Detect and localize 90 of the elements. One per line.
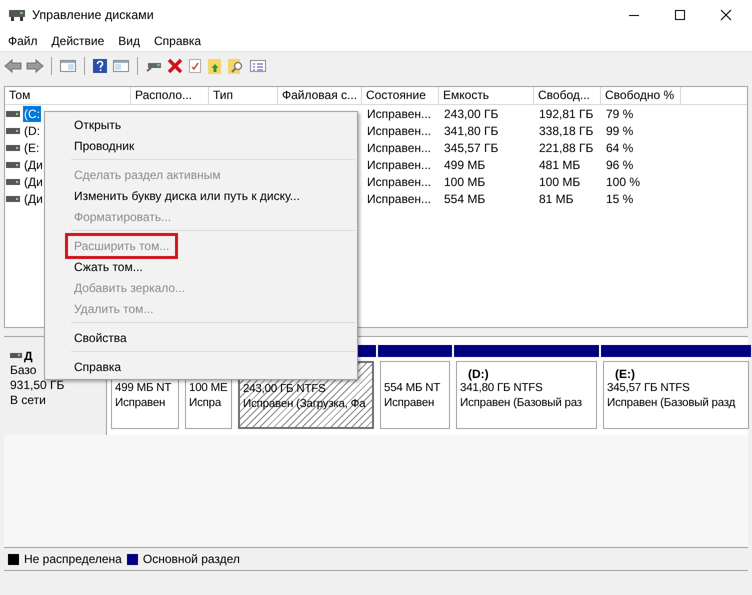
- help-icon[interactable]: [92, 58, 108, 74]
- partition-title: (D:): [467, 367, 490, 381]
- drive-icon: [6, 194, 20, 202]
- delete-icon[interactable]: [167, 58, 183, 74]
- menu-item[interactable]: Справка: [154, 34, 202, 48]
- disk-management-icon: [8, 8, 26, 22]
- forward-arrow-icon[interactable]: [26, 58, 44, 74]
- partition[interactable]: 554 МБ NT Исправен: [380, 361, 450, 429]
- table-cell-text: 499 МБ: [443, 158, 486, 172]
- partition-info: 341,80 ГБ NTFS: [460, 381, 544, 396]
- partition-info: Исправен (Загрузка, Фа: [243, 397, 367, 412]
- drive-icon: [6, 144, 20, 152]
- volume-name[interactable]: (Ди: [23, 190, 44, 206]
- table-cell-text: 345,57 ГБ: [443, 140, 500, 154]
- back-arrow-icon[interactable]: [4, 58, 22, 74]
- menu-item[interactable]: Сжать том...: [74, 258, 143, 274]
- partition-info: Исправен (Базовый разд: [607, 396, 736, 411]
- folder-search-icon[interactable]: [227, 58, 245, 74]
- column-header[interactable]: Свободно %: [601, 87, 681, 104]
- close-icon[interactable]: [720, 9, 732, 21]
- partition-info: 499 МБ NT: [115, 381, 172, 396]
- table-cell-text: 243,00 ГБ: [443, 106, 500, 120]
- panel-icon[interactable]: [112, 58, 130, 74]
- partition-info: Исправен (Базовый раз: [460, 396, 583, 411]
- disk-status: В сети: [10, 393, 46, 408]
- column-header[interactable]: Файловая с...: [278, 87, 362, 104]
- column-header[interactable]: Свобод...: [534, 87, 601, 104]
- disk-size: 931,50 ГБ: [10, 378, 64, 393]
- column-header[interactable]: Том: [5, 87, 131, 104]
- drive-icon: [6, 110, 20, 118]
- table-cell-text: Исправен...: [366, 174, 432, 188]
- table-cell-text: 554 МБ: [443, 192, 486, 206]
- partition-info: 554 МБ NT: [384, 381, 442, 396]
- table-cell-text: Исправен...: [366, 124, 432, 138]
- drive-icon: [6, 126, 20, 134]
- legend-label: Не распределена: [24, 552, 122, 566]
- partition-info: Исправен: [384, 396, 436, 411]
- volume-name[interactable]: (Ди: [23, 174, 44, 190]
- menu-item[interactable]: Изменить букву диска или путь к диску...: [74, 188, 300, 204]
- menu-item[interactable]: Открыть: [74, 116, 122, 132]
- table-cell-text: 99 %: [605, 124, 634, 138]
- table-cell-text: Исправен...: [366, 192, 432, 206]
- table-cell-text: Исправен...: [366, 106, 432, 120]
- volume-name[interactable]: (D:: [23, 122, 41, 138]
- table-cell-text: 64 %: [605, 140, 634, 154]
- column-header[interactable]: Состояние: [362, 87, 439, 104]
- column-header[interactable]: Тип: [209, 87, 278, 104]
- list-icon[interactable]: [249, 58, 267, 74]
- volume-name[interactable]: (Ди: [23, 156, 44, 172]
- volume-name[interactable]: (E:: [23, 140, 40, 156]
- legend-label: Основной раздел: [142, 552, 240, 566]
- maximize-icon[interactable]: [674, 9, 686, 21]
- menu-item[interactable]: Свойства: [74, 330, 127, 346]
- checklist-icon[interactable]: [187, 58, 203, 74]
- disk-name: Д: [24, 349, 33, 363]
- table-cell-text: 338,18 ГБ: [538, 124, 594, 138]
- panel-icon[interactable]: [59, 58, 77, 74]
- partition-title: (E:): [614, 367, 636, 381]
- table-cell-text: 79 %: [605, 106, 634, 120]
- column-header[interactable]: Располо...: [131, 87, 209, 104]
- table-cell-text: 100 МБ: [443, 174, 486, 188]
- table-cell-text: 100 %: [605, 174, 642, 188]
- menu-item[interactable]: Проводник: [74, 138, 134, 154]
- drive-icon: [6, 160, 20, 168]
- partition-info: 100 МЕ: [189, 381, 228, 396]
- table-cell-text: 192,81 ГБ: [538, 106, 594, 120]
- partition-info: Исправен: [115, 396, 166, 411]
- table-cell-text: 96 %: [605, 158, 634, 172]
- table-cell-text: Исправен...: [366, 158, 432, 172]
- drive-icon: [6, 178, 20, 186]
- partition-info: 243,00 ГБ NTFS: [243, 382, 327, 397]
- table-cell-text: 81 МБ: [538, 192, 575, 206]
- table-cell-text: 221,88 ГБ: [538, 140, 594, 154]
- menu-item[interactable]: Вид: [118, 34, 140, 48]
- table-cell-text: 341,80 ГБ: [443, 124, 500, 138]
- window-title: Управление дисками: [32, 8, 154, 22]
- partition[interactable]: (D:) 341,80 ГБ NTFS Исправен (Базовый раз: [456, 361, 597, 429]
- table-cell-text: 15 %: [605, 192, 634, 206]
- column-header[interactable]: Емкость: [439, 87, 534, 104]
- menu-item[interactable]: Действие: [52, 34, 104, 48]
- disk-type: Базо: [10, 363, 36, 378]
- partition-info: 345,57 ГБ NTFS: [607, 381, 691, 396]
- table-cell-text: Исправен...: [366, 140, 432, 154]
- table-cell-text: 100 МБ: [538, 174, 582, 188]
- partition[interactable]: (E:) 345,57 ГБ NTFS Исправен (Базовый разд: [603, 361, 749, 429]
- drive-icon: [10, 353, 22, 359]
- volume-name[interactable]: (C:: [23, 106, 41, 122]
- partition-info: Испра: [189, 396, 222, 411]
- table-cell-text: 481 МБ: [538, 158, 582, 172]
- menu-item[interactable]: Файл: [8, 34, 38, 48]
